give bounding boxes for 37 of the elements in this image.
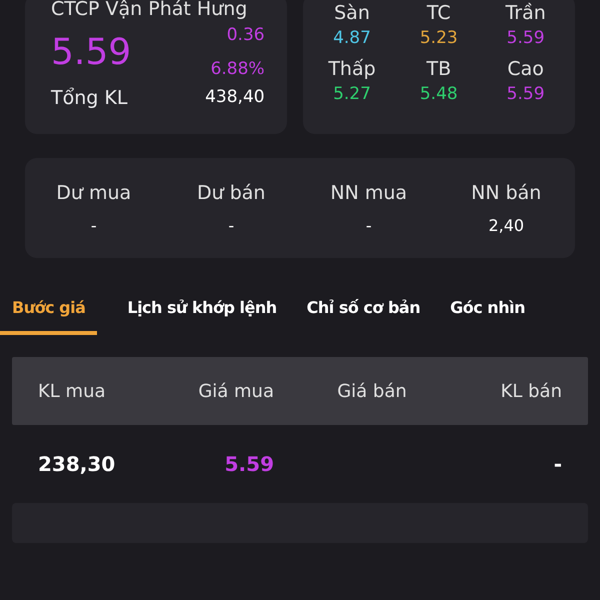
balance-value: - <box>366 216 372 234</box>
balance-label: Dư bán <box>197 182 266 204</box>
balance-value: - <box>228 216 234 234</box>
column-header: KL mua <box>37 380 107 402</box>
balance-label: Dư mua <box>56 182 132 204</box>
tab[interactable]: Lịch sử khớp lệnh <box>115 284 277 335</box>
tab[interactable]: Chỉ số cơ bản <box>294 284 420 335</box>
company-name: CTCP Vận Phát Hưng <box>51 0 248 21</box>
balance-value: 2,40 <box>488 216 524 234</box>
balance-value: - <box>90 216 97 234</box>
balance-label: NN bán <box>471 182 542 204</box>
table-cell-text: 5.59 <box>224 452 275 476</box>
column-header: KL bán <box>500 380 563 402</box>
table-cell-text: 238,30 <box>37 452 116 476</box>
price-change: 0.36 <box>226 25 265 45</box>
price-level-label: Thấp <box>328 58 376 80</box>
price-level-label: Sàn <box>334 2 370 24</box>
table-cell-text: - <box>552 452 563 476</box>
price-level-label: TC <box>426 2 451 24</box>
price-level-label: Trần <box>505 2 546 24</box>
price-level-label: Cao <box>507 58 544 80</box>
price-level-label: TB <box>426 58 452 80</box>
total-volume-value: 438,40 <box>205 87 265 109</box>
column-header: Giá mua <box>197 380 275 402</box>
price-level-value: 5.59 <box>506 84 545 104</box>
total-volume-label: Tổng KL <box>51 87 128 109</box>
price-level-value: 5.59 <box>506 28 545 48</box>
price-level-value: 5.27 <box>333 84 371 104</box>
price-level-value: 4.87 <box>333 28 371 48</box>
column-header: Giá bán <box>336 380 408 402</box>
balance-label: NN mua <box>330 182 408 204</box>
price-level-value: 5.23 <box>420 28 458 48</box>
current-price: 5.59 <box>51 32 132 72</box>
percent-change: 6.88% <box>210 59 265 79</box>
tab[interactable]: Góc nhìn <box>438 284 525 335</box>
tab[interactable]: Bước giá <box>0 284 98 335</box>
price-level-value: 5.48 <box>420 84 458 104</box>
